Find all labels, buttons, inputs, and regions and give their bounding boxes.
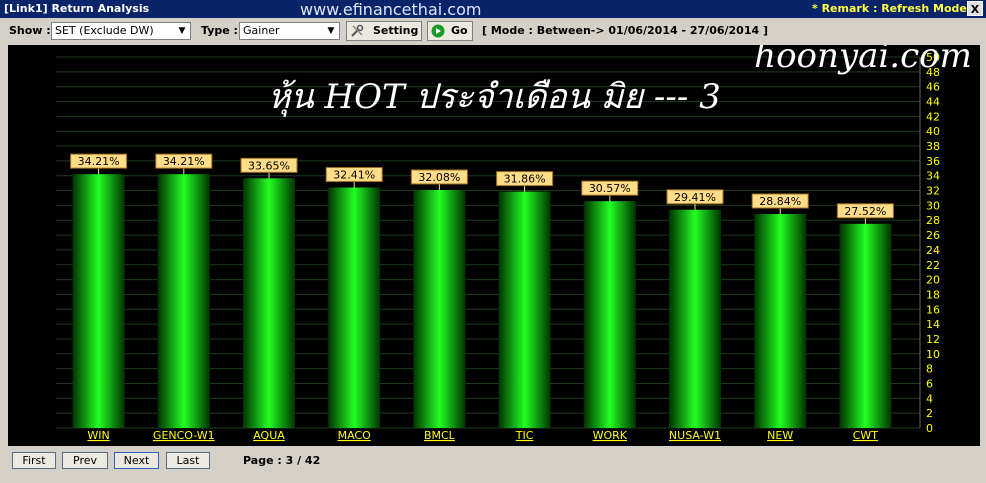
y-tick-label: 44 <box>926 96 940 109</box>
type-select[interactable]: Gainer ▼ <box>239 22 340 40</box>
y-tick-label: 14 <box>926 318 940 331</box>
bar[interactable] <box>243 178 295 428</box>
bar[interactable] <box>72 174 125 428</box>
category-label[interactable]: NUSA-W1 <box>669 429 721 442</box>
y-tick-label: 16 <box>926 303 940 316</box>
show-label: Show : <box>9 24 51 37</box>
setting-button[interactable]: Setting <box>346 21 422 41</box>
show-select[interactable]: SET (Exclude DW) ▼ <box>51 22 191 40</box>
y-tick-label: 38 <box>926 140 940 153</box>
y-tick-label: 12 <box>926 333 940 346</box>
y-tick-label: 0 <box>926 422 933 435</box>
y-tick-label: 46 <box>926 81 940 94</box>
y-tick-label: 4 <box>926 392 933 405</box>
category-label[interactable]: CWT <box>853 429 879 442</box>
type-label: Type : <box>201 24 238 37</box>
category-label[interactable]: MACO <box>338 429 372 442</box>
value-label: 30.57% <box>589 182 631 195</box>
category-label[interactable]: AQUA <box>253 429 285 442</box>
y-tick-label: 30 <box>926 199 940 212</box>
category-label[interactable]: WIN <box>87 429 109 442</box>
y-tick-label: 34 <box>926 170 940 183</box>
chart-area: 34.21% 34.21% 33.65% 32.41% 32.08% 31.86% 30.5… <box>8 45 980 446</box>
y-tick-label: 2 <box>926 407 933 420</box>
tools-icon <box>351 24 364 37</box>
y-tick-label: 6 <box>926 377 933 390</box>
y-tick-label: 32 <box>926 185 940 198</box>
bar[interactable] <box>839 223 892 428</box>
value-label: 29.41% <box>674 191 716 204</box>
y-tick-label: 24 <box>926 244 940 257</box>
remark-text: * Remark : Refresh Mode <box>812 2 967 15</box>
value-label: 28.84% <box>759 195 801 208</box>
bar[interactable] <box>498 191 551 428</box>
go-label: Go <box>451 24 468 37</box>
category-label[interactable]: WORK <box>593 429 628 442</box>
mode-text: [ Mode : Between-> 01/06/2014 - 27/06/20… <box>482 24 768 37</box>
play-icon <box>431 24 445 38</box>
y-tick-label: 28 <box>926 214 940 227</box>
value-label: 27.52% <box>844 205 886 218</box>
bar[interactable] <box>157 174 210 428</box>
y-tick-label: 26 <box>926 229 940 242</box>
bar[interactable] <box>328 187 381 428</box>
bar[interactable] <box>413 189 466 428</box>
category-label[interactable]: BMCL <box>424 429 456 442</box>
value-label: 33.65% <box>248 159 290 172</box>
bar[interactable] <box>583 201 636 428</box>
chevron-down-icon: ▼ <box>178 26 186 36</box>
setting-label: Setting <box>373 24 419 37</box>
site-watermark: hoonyai.com <box>754 45 972 76</box>
bar[interactable] <box>754 214 807 428</box>
bar-chart: 34.21% 34.21% 33.65% 32.41% 32.08% 31.86% 30.5… <box>56 45 972 442</box>
prev-page-button[interactable]: Prev <box>62 452 108 469</box>
y-tick-label: 22 <box>926 259 940 272</box>
category-label[interactable]: NEW <box>767 429 793 442</box>
close-button[interactable]: X <box>967 1 983 16</box>
y-tick-label: 40 <box>926 125 940 138</box>
first-page-button[interactable]: First <box>12 452 56 469</box>
category-label[interactable]: TIC <box>515 429 534 442</box>
value-label: 31.86% <box>504 173 546 186</box>
watermark-text: www.efinancethai.com <box>300 0 482 19</box>
value-label: 34.21% <box>78 155 120 168</box>
type-select-value: Gainer <box>243 24 280 37</box>
pagination-bar: First Prev Next Last Page : 3 / 42 <box>0 446 986 483</box>
last-page-button[interactable]: Last <box>166 452 210 469</box>
y-tick-label: 18 <box>926 288 940 301</box>
title-bar: [Link1] Return Analysis www.efinancethai… <box>0 0 986 19</box>
category-label[interactable]: GENCO-W1 <box>153 429 215 442</box>
value-label: 32.08% <box>418 171 460 184</box>
page-indicator: Page : 3 / 42 <box>243 454 321 467</box>
y-tick-label: 10 <box>926 348 940 361</box>
next-page-button[interactable]: Next <box>114 452 159 469</box>
y-tick-label: 36 <box>926 155 940 168</box>
chevron-down-icon: ▼ <box>327 26 335 36</box>
window-title: [Link1] Return Analysis <box>4 2 150 15</box>
value-label: 32.41% <box>333 169 375 182</box>
show-select-value: SET (Exclude DW) <box>55 24 154 37</box>
y-tick-label: 42 <box>926 110 940 123</box>
y-tick-label: 8 <box>926 363 933 376</box>
y-tick-label: 20 <box>926 274 940 287</box>
value-label: 34.21% <box>163 155 205 168</box>
bar[interactable] <box>669 209 721 428</box>
chart-headline: หุ้น HOT ประจำเดือน มิย --- 3 <box>268 77 721 117</box>
toolbar: Show : SET (Exclude DW) ▼ Type : Gainer … <box>0 18 986 45</box>
go-button[interactable]: Go <box>427 21 473 41</box>
